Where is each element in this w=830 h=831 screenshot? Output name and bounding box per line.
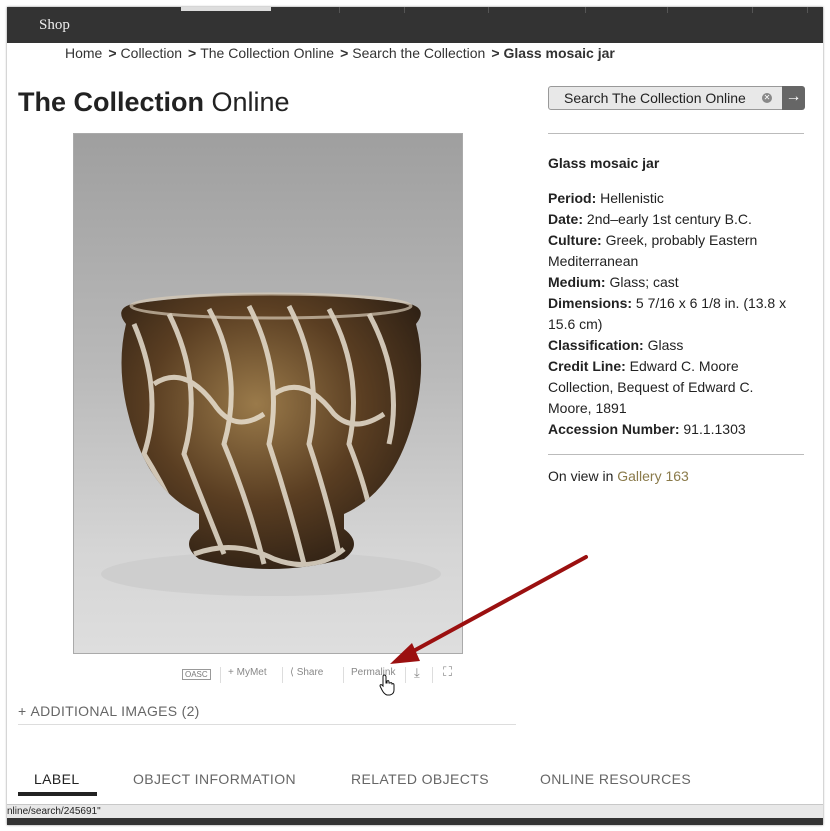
annotation-arrow-head [390,643,420,664]
annotation-arrow [390,555,588,664]
hand-cursor-icon [379,674,395,696]
annotation-arrow-line [406,555,588,656]
